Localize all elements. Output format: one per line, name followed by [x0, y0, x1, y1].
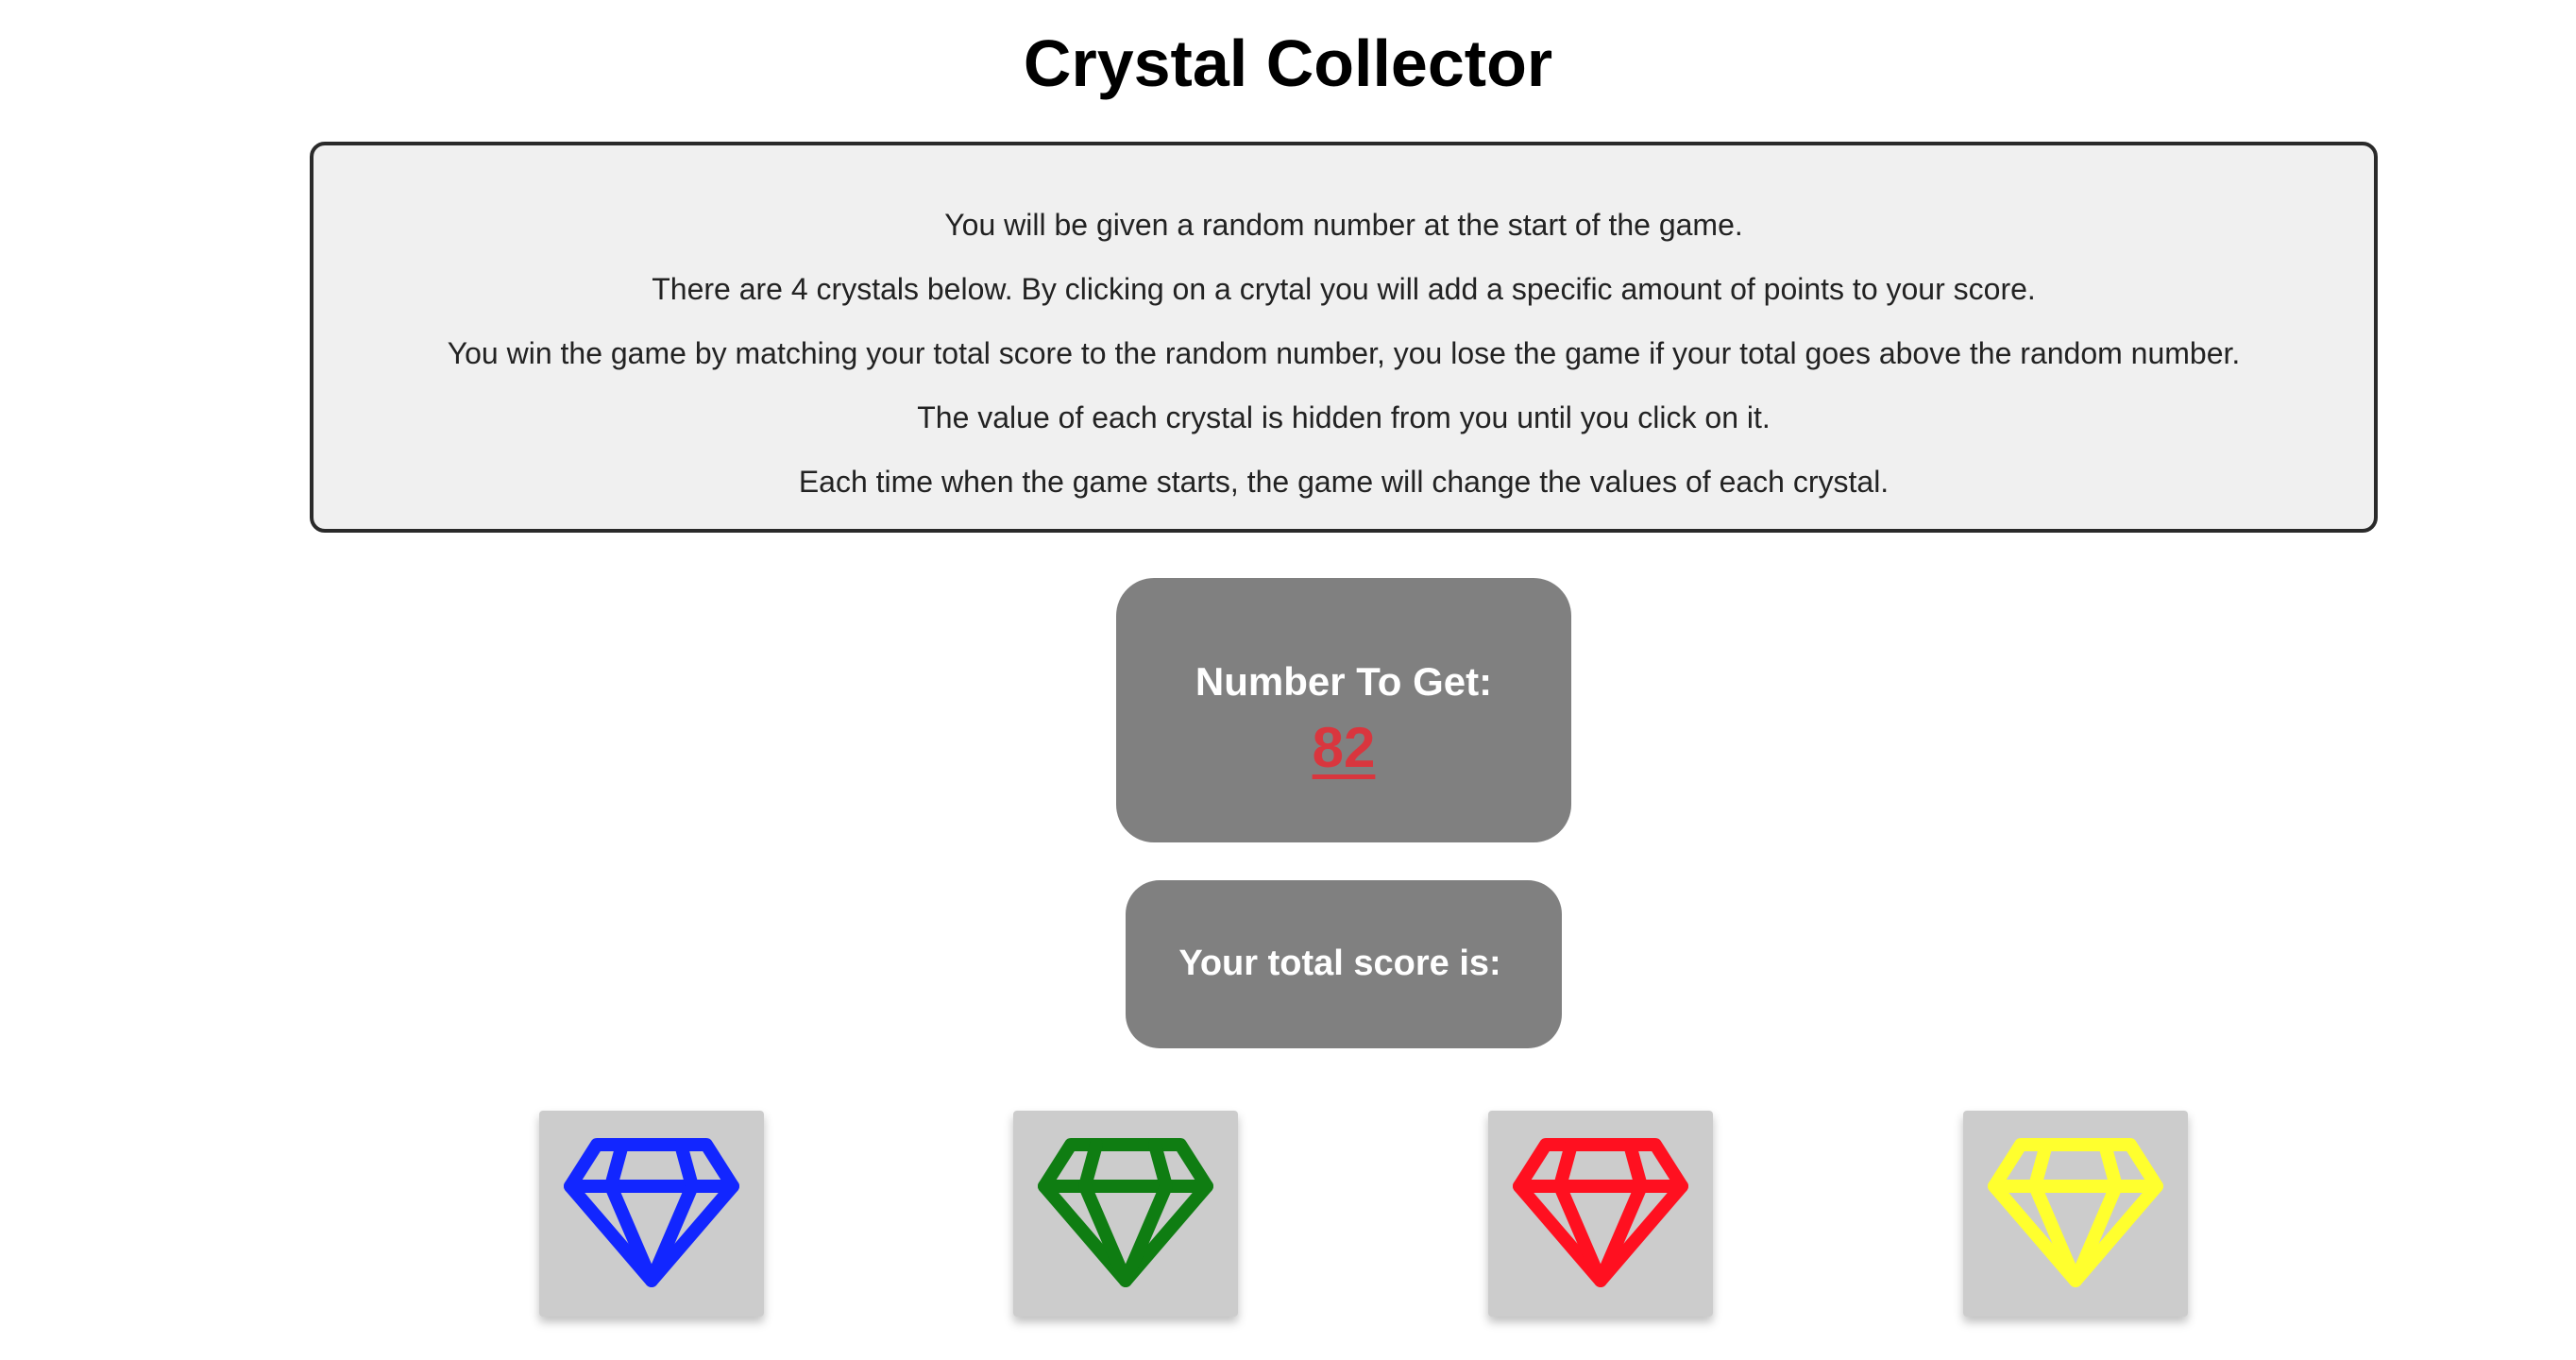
total-score-panel: Your total score is: [1126, 880, 1562, 1048]
target-number-value: 82 [1312, 716, 1376, 779]
page-title: Crystal Collector [1023, 26, 1553, 100]
diamond-icon [1513, 1138, 1688, 1287]
diamond-icon [1988, 1138, 2163, 1287]
target-number-panel: Number To Get: 82 [1116, 578, 1571, 842]
crystal-green-button[interactable] [1013, 1111, 1238, 1317]
instruction-line: The value of each crystal is hidden from… [917, 400, 1771, 434]
instruction-line: There are 4 crystals below. By clicking … [652, 272, 2036, 306]
instruction-line: Each time when the game starts, the game… [798, 465, 1890, 499]
total-score-label: Your total score is: [1178, 944, 1501, 983]
instruction-line: You will be given a random number at the… [944, 208, 1743, 242]
game-page: Crystal Collector You will be given a ra… [0, 0, 2576, 1360]
diamond-icon [564, 1138, 739, 1287]
diamond-icon [1038, 1138, 1213, 1287]
instruction-line: You win the game by matching your total … [447, 336, 2241, 370]
target-number-label: Number To Get: [1195, 659, 1493, 704]
instructions-panel: You will be given a random number at the… [310, 142, 2378, 533]
crystal-yellow-button[interactable] [1963, 1111, 2188, 1317]
crystal-red-button[interactable] [1488, 1111, 1713, 1317]
crystal-blue-button[interactable] [539, 1111, 764, 1317]
